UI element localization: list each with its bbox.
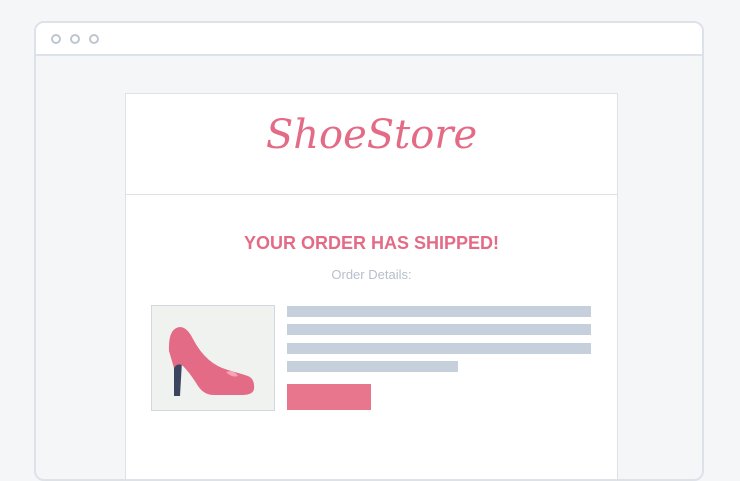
placeholder-line bbox=[287, 361, 458, 372]
email-headline: YOUR ORDER HAS SHIPPED! bbox=[243, 233, 500, 253]
placeholder-button[interactable] bbox=[287, 384, 371, 410]
email-header: ShoeStore bbox=[126, 94, 617, 195]
browser-window: ShoeStore YOUR ORDER HAS SHIPPED! Order … bbox=[34, 21, 704, 481]
order-details-label: Order Details: bbox=[331, 267, 412, 282]
window-control-dot[interactable] bbox=[70, 34, 80, 44]
window-control-dot[interactable] bbox=[89, 34, 99, 44]
placeholder-line bbox=[287, 343, 591, 354]
browser-titlebar bbox=[36, 23, 702, 56]
product-image bbox=[151, 305, 275, 411]
window-control-dot[interactable] bbox=[51, 34, 61, 44]
brand-logo: ShoeStore bbox=[265, 112, 478, 158]
placeholder-line bbox=[287, 306, 591, 317]
high-heel-shoe-icon bbox=[168, 327, 255, 396]
placeholder-line bbox=[287, 324, 591, 335]
email-preview: ShoeStore YOUR ORDER HAS SHIPPED! Order … bbox=[125, 93, 618, 479]
